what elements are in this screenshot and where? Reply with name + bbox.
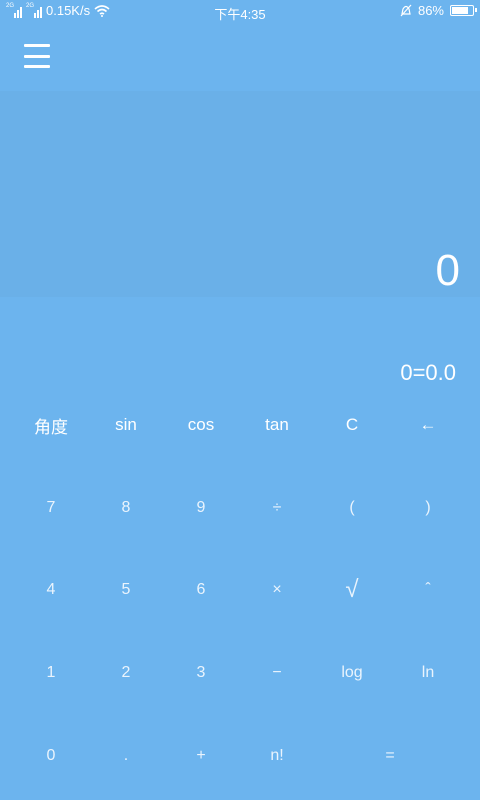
key-1[interactable]: 1 <box>11 643 91 703</box>
bell-off-icon <box>400 4 412 17</box>
status-bar: 2G 2G 0.15K/s 下午4:35 86% <box>0 0 480 24</box>
key-minus[interactable]: − <box>237 643 317 703</box>
result-line: 0=0.0 <box>400 360 456 385</box>
battery-percent: 86% <box>417 3 444 18</box>
key-backspace[interactable]: ← <box>388 395 468 455</box>
key-factorial[interactable]: n! <box>237 726 317 786</box>
key-plus[interactable]: + <box>161 726 241 786</box>
hamburger-menu-icon[interactable] <box>24 44 50 68</box>
key-divide[interactable]: ÷ <box>237 478 317 538</box>
keypad: 角度 sin cos tan C ← 7 8 9 ÷ ( ) 4 5 6 × √… <box>0 395 480 800</box>
key-cos[interactable]: cos <box>161 395 241 455</box>
key-open-paren[interactable]: ( <box>312 478 392 538</box>
menu-line <box>24 44 50 47</box>
key-sqrt[interactable]: √ <box>312 560 392 620</box>
key-multiply[interactable]: × <box>237 560 317 620</box>
battery-icon <box>450 5 477 16</box>
display-value: 0 <box>435 246 460 295</box>
menu-line <box>24 65 50 68</box>
key-sin[interactable]: sin <box>86 395 166 455</box>
key-9[interactable]: 9 <box>161 478 241 538</box>
key-angle-mode[interactable]: 角度 <box>11 395 91 455</box>
key-5[interactable]: 5 <box>86 560 166 620</box>
battery-fill <box>452 7 468 14</box>
key-ln[interactable]: ln <box>388 643 468 703</box>
display-panel: 0 <box>0 91 480 297</box>
status-right: 86% <box>400 3 477 18</box>
key-log[interactable]: log <box>312 643 392 703</box>
key-0[interactable]: 0 <box>11 726 91 786</box>
key-close-paren[interactable]: ) <box>388 478 468 538</box>
key-7[interactable]: 7 <box>11 478 91 538</box>
key-2[interactable]: 2 <box>86 643 166 703</box>
key-4[interactable]: 4 <box>11 560 91 620</box>
key-equals[interactable]: = <box>312 726 468 786</box>
key-clear[interactable]: C <box>312 395 392 455</box>
key-decimal[interactable]: . <box>86 726 166 786</box>
key-3[interactable]: 3 <box>161 643 241 703</box>
key-power[interactable]: ˆ <box>388 560 468 620</box>
key-8[interactable]: 8 <box>86 478 166 538</box>
key-6[interactable]: 6 <box>161 560 241 620</box>
menu-line <box>24 54 50 58</box>
key-tan[interactable]: tan <box>237 395 317 455</box>
